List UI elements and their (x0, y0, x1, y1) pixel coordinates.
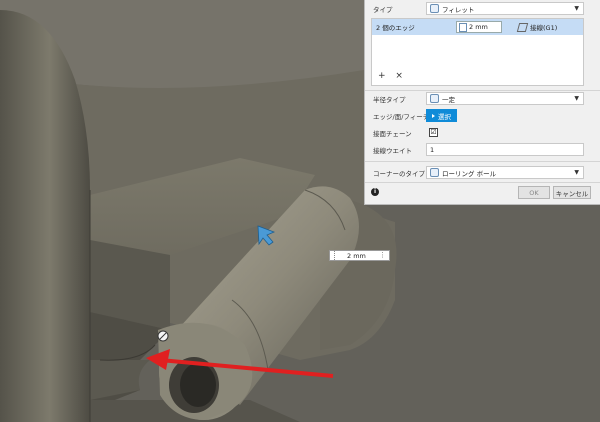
tangent-weight-value[interactable]: 1 (430, 146, 434, 154)
tangent-chain-label: 接面チェーン (373, 129, 412, 138)
tangent-chain-checkbox[interactable]: ☑ (429, 128, 438, 137)
edge-size-value[interactable]: 2 mm (469, 23, 488, 31)
cancel-button[interactable]: キャンセル (553, 186, 591, 199)
tangent-icon (516, 22, 529, 32)
divider (365, 182, 600, 183)
dimension-value[interactable]: 2 mm (347, 252, 366, 260)
corner-type-select[interactable]: ローリング ボール ▼ (426, 166, 584, 179)
corner-type-label: コーナーのタイプ (373, 169, 425, 178)
pointer-icon (432, 113, 435, 118)
tangent-chain-row: 接面チェーン ☑ (365, 124, 600, 141)
radius-icon (459, 22, 467, 32)
edge-list-row[interactable]: 2 個のエッジ 2 mm 接線(G1) (372, 19, 583, 35)
fillet-dialog: タイプ フィレット ▼ 2 個のエッジ 2 mm 接線(G1) + × 半径タイ… (364, 0, 600, 205)
tangent-weight-row: 接線ウエイト 1 (365, 141, 600, 158)
type-value: フィレット (442, 5, 475, 14)
corner-type-row: コーナーのタイプ ローリング ボール ▼ (365, 164, 600, 181)
info-icon[interactable]: i (371, 188, 379, 196)
more-options-icon[interactable]: ⋮ (379, 251, 386, 259)
continuity-value: 接線(G1) (530, 24, 558, 32)
radius-type-value: 一定 (442, 95, 455, 104)
list-tools: + × (378, 71, 410, 81)
select-button-label: 選択 (438, 112, 451, 121)
add-icon[interactable]: + (378, 71, 386, 81)
fillet-icon (430, 4, 439, 13)
dropdown-caret-icon: ▼ (574, 95, 579, 102)
tangent-weight-label: 接線ウエイト (373, 146, 412, 155)
dropdown-caret-icon: ▼ (574, 5, 579, 12)
radius-type-select[interactable]: 一定 ▼ (426, 92, 584, 105)
edge-feature-row: エッジ/面/フィーチャ 選択 (365, 107, 600, 124)
edge-count: 2 個のエッジ (376, 24, 415, 32)
hole-inner (180, 363, 216, 407)
type-label: タイプ (373, 5, 393, 14)
radius-type-row: 半径タイプ 一定 ▼ (365, 90, 600, 107)
ok-button[interactable]: OK (518, 186, 550, 199)
edge-size-field[interactable]: 2 mm (456, 21, 502, 33)
dimension-input[interactable]: 2 mm ⋮ (329, 250, 390, 261)
type-row: タイプ フィレット ▼ (365, 0, 600, 17)
type-select[interactable]: フィレット ▼ (426, 2, 584, 15)
constant-radius-icon (430, 94, 439, 103)
drag-grip-icon[interactable] (330, 251, 335, 260)
remove-icon[interactable]: × (395, 71, 403, 81)
select-button[interactable]: 選択 (426, 109, 457, 122)
dropdown-caret-icon: ▼ (574, 169, 579, 176)
edge-selection-list[interactable]: 2 個のエッジ 2 mm 接線(G1) + × (371, 18, 584, 86)
continuity-select[interactable]: 接線(G1) (516, 22, 558, 32)
rolling-ball-icon (430, 168, 439, 177)
divider (365, 161, 600, 162)
edge-handle-icon[interactable] (157, 330, 169, 342)
tangent-weight-input[interactable]: 1 (426, 143, 584, 156)
radius-type-label: 半径タイプ (373, 95, 406, 104)
corner-type-value: ローリング ボール (442, 169, 497, 178)
